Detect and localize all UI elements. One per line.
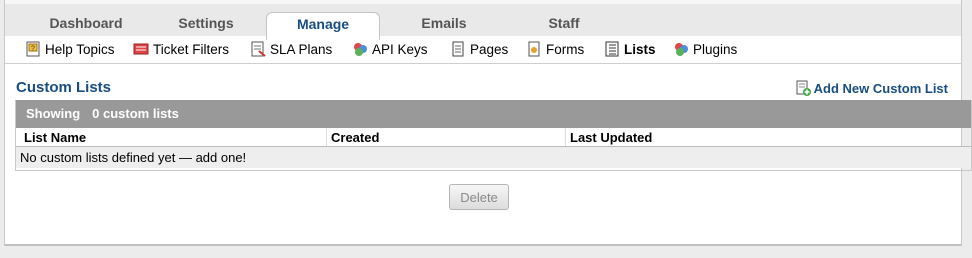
subnav-label: Forms — [546, 42, 585, 57]
subnav-help-topics[interactable]: ? Help Topics — [25, 40, 115, 60]
empty-message: No custom lists defined yet — add one! — [16, 146, 971, 168]
api-keys-icon — [354, 43, 367, 56]
add-link-label: Add New Custom List — [813, 81, 948, 96]
subnav-label: Plugins — [693, 42, 738, 57]
subnav-ticket-filters[interactable]: Ticket Filters — [133, 40, 229, 60]
subnav-api-keys[interactable]: API Keys — [352, 40, 428, 60]
subnav-label: Lists — [624, 42, 656, 57]
sub-navigation: ? Help Topics Ticket Filters SLA Plans A… — [5, 36, 961, 64]
ticket-filters-icon — [133, 43, 149, 55]
sla-plans-icon — [251, 41, 266, 57]
subnav-label: API Keys — [372, 42, 428, 57]
subnav-label: Help Topics — [45, 42, 115, 57]
add-new-custom-list-link[interactable]: Add New Custom List — [795, 80, 948, 96]
showing-bar: Showing 0 custom lists — [16, 100, 971, 128]
subnav-plugins[interactable]: Plugins — [673, 40, 737, 60]
main-frame: Dashboard Settings Manage Emails Staff ?… — [4, 0, 972, 246]
pages-icon — [452, 41, 464, 57]
forms-icon — [528, 41, 540, 57]
subnav-forms[interactable]: Forms — [526, 40, 584, 60]
subnav-label: SLA Plans — [270, 42, 333, 57]
custom-lists-table: List Name Created Last Updated No custom… — [16, 128, 971, 168]
svg-text:?: ? — [31, 46, 35, 53]
delete-button[interactable]: Delete — [449, 184, 509, 210]
lists-icon — [605, 41, 619, 57]
table-row: No custom lists defined yet — add one! — [16, 146, 971, 168]
help-topics-icon: ? — [26, 41, 40, 57]
custom-lists-table-container: Showing 0 custom lists List Name Created … — [15, 100, 972, 171]
showing-label: Showing — [26, 106, 81, 121]
add-document-icon — [796, 80, 811, 96]
column-header-list-name[interactable]: List Name — [16, 128, 327, 147]
subnav-lists[interactable]: Lists — [604, 40, 656, 60]
top-tab-bar: Dashboard Settings Manage Emails Staff — [5, 0, 961, 40]
showing-count: 0 custom lists — [92, 106, 179, 121]
plugins-icon — [675, 43, 688, 56]
subnav-pages[interactable]: Pages — [450, 40, 508, 60]
subnav-sla-plans[interactable]: SLA Plans — [250, 40, 332, 60]
table-header-row: List Name Created Last Updated — [16, 128, 971, 147]
column-header-last-updated[interactable]: Last Updated — [565, 128, 971, 147]
column-header-created[interactable]: Created — [326, 128, 566, 147]
page-title: Custom Lists — [16, 79, 112, 96]
subnav-label: Pages — [470, 42, 509, 57]
subnav-label: Ticket Filters — [153, 42, 230, 57]
